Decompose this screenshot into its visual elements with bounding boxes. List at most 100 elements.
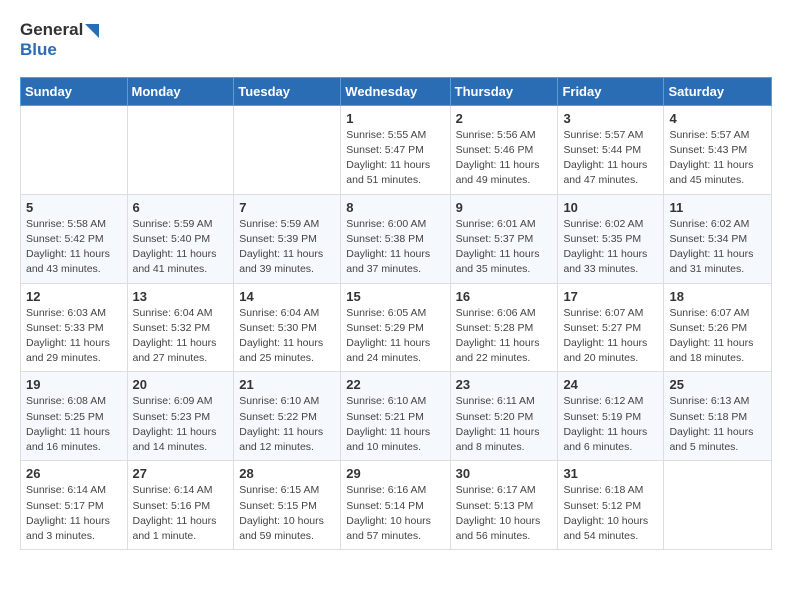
calendar-cell: 15 Sunrise: 6:05 AM Sunset: 5:29 PM Dayli… [341, 283, 450, 372]
day-number: 7 [239, 200, 335, 215]
day-detail: Sunrise: 6:12 AM Sunset: 5:19 PM Dayligh… [563, 394, 658, 455]
calendar-table: SundayMondayTuesdayWednesdayThursdayFrid… [20, 77, 772, 550]
day-detail: Sunrise: 6:04 AM Sunset: 5:30 PM Dayligh… [239, 306, 335, 367]
calendar-cell: 14 Sunrise: 6:04 AM Sunset: 5:30 PM Dayli… [234, 283, 341, 372]
day-number: 6 [133, 200, 229, 215]
calendar-cell: 12 Sunrise: 6:03 AM Sunset: 5:33 PM Dayli… [21, 283, 128, 372]
calendar-week-1: 1 Sunrise: 5:55 AM Sunset: 5:47 PM Daylig… [21, 105, 772, 194]
day-number: 8 [346, 200, 444, 215]
day-number: 19 [26, 377, 122, 392]
day-detail: Sunrise: 6:02 AM Sunset: 5:35 PM Dayligh… [563, 217, 658, 278]
calendar-cell: 28Sunrise: 6:15 AM Sunset: 5:15 PM Dayli… [234, 461, 341, 550]
day-detail: Sunrise: 6:18 AM Sunset: 5:12 PM Dayligh… [563, 483, 658, 544]
calendar-week-2: 5 Sunrise: 5:58 AM Sunset: 5:42 PM Daylig… [21, 194, 772, 283]
calendar-cell: 16 Sunrise: 6:06 AM Sunset: 5:28 PM Dayli… [450, 283, 558, 372]
day-detail: Sunrise: 6:17 AM Sunset: 5:13 PM Dayligh… [456, 483, 553, 544]
day-detail: Sunrise: 5:59 AM Sunset: 5:39 PM Dayligh… [239, 217, 335, 278]
calendar-cell: 23Sunrise: 6:11 AM Sunset: 5:20 PM Dayli… [450, 372, 558, 461]
day-number: 20 [133, 377, 229, 392]
day-number: 21 [239, 377, 335, 392]
weekday-header-row: SundayMondayTuesdayWednesdayThursdayFrid… [21, 77, 772, 105]
day-detail: Sunrise: 5:57 AM Sunset: 5:43 PM Dayligh… [669, 128, 766, 189]
calendar-cell: 20 Sunrise: 6:09 AM Sunset: 5:23 PM Dayli… [127, 372, 234, 461]
day-number: 13 [133, 289, 229, 304]
day-number: 31 [563, 466, 658, 481]
calendar-cell: 29 Sunrise: 6:16 AM Sunset: 5:14 PM Dayli… [341, 461, 450, 550]
day-detail: Sunrise: 5:56 AM Sunset: 5:46 PM Dayligh… [456, 128, 553, 189]
weekday-header-sunday: Sunday [21, 77, 128, 105]
calendar-cell: 2 Sunrise: 5:56 AM Sunset: 5:46 PM Daylig… [450, 105, 558, 194]
day-number: 30 [456, 466, 553, 481]
calendar-cell: 13 Sunrise: 6:04 AM Sunset: 5:32 PM Dayli… [127, 283, 234, 372]
day-detail: Sunrise: 5:57 AM Sunset: 5:44 PM Dayligh… [563, 128, 658, 189]
calendar-cell: 8 Sunrise: 6:00 AM Sunset: 5:38 PM Daylig… [341, 194, 450, 283]
weekday-header-monday: Monday [127, 77, 234, 105]
day-number: 18 [669, 289, 766, 304]
calendar-week-3: 12 Sunrise: 6:03 AM Sunset: 5:33 PM Dayli… [21, 283, 772, 372]
logo: General Blue [20, 20, 99, 61]
calendar-cell: 24 Sunrise: 6:12 AM Sunset: 5:19 PM Dayli… [558, 372, 664, 461]
calendar-cell: 17 Sunrise: 6:07 AM Sunset: 5:27 PM Dayli… [558, 283, 664, 372]
calendar-cell: 11 Sunrise: 6:02 AM Sunset: 5:34 PM Dayli… [664, 194, 772, 283]
day-detail: Sunrise: 6:00 AM Sunset: 5:38 PM Dayligh… [346, 217, 444, 278]
day-detail: Sunrise: 6:09 AM Sunset: 5:23 PM Dayligh… [133, 394, 229, 455]
calendar-cell: 7 Sunrise: 5:59 AM Sunset: 5:39 PM Daylig… [234, 194, 341, 283]
calendar-cell [127, 105, 234, 194]
day-detail: Sunrise: 5:55 AM Sunset: 5:47 PM Dayligh… [346, 128, 444, 189]
day-detail: Sunrise: 6:14 AM Sunset: 5:16 PM Dayligh… [133, 483, 229, 544]
logo-blue: Blue [20, 40, 57, 59]
calendar-cell [664, 461, 772, 550]
calendar-cell: 25Sunrise: 6:13 AM Sunset: 5:18 PM Dayli… [664, 372, 772, 461]
weekday-header-tuesday: Tuesday [234, 77, 341, 105]
day-detail: Sunrise: 6:05 AM Sunset: 5:29 PM Dayligh… [346, 306, 444, 367]
day-detail: Sunrise: 6:10 AM Sunset: 5:21 PM Dayligh… [346, 394, 444, 455]
day-number: 23 [456, 377, 553, 392]
calendar-cell: 22 Sunrise: 6:10 AM Sunset: 5:21 PM Dayli… [341, 372, 450, 461]
day-detail: Sunrise: 6:01 AM Sunset: 5:37 PM Dayligh… [456, 217, 553, 278]
day-number: 4 [669, 111, 766, 126]
day-number: 10 [563, 200, 658, 215]
weekday-header-thursday: Thursday [450, 77, 558, 105]
calendar-cell: 4 Sunrise: 5:57 AM Sunset: 5:43 PM Daylig… [664, 105, 772, 194]
day-number: 15 [346, 289, 444, 304]
day-number: 29 [346, 466, 444, 481]
calendar-cell: 3 Sunrise: 5:57 AM Sunset: 5:44 PM Daylig… [558, 105, 664, 194]
day-detail: Sunrise: 6:15 AM Sunset: 5:15 PM Dayligh… [239, 483, 335, 544]
day-detail: Sunrise: 6:03 AM Sunset: 5:33 PM Dayligh… [26, 306, 122, 367]
day-detail: Sunrise: 5:58 AM Sunset: 5:42 PM Dayligh… [26, 217, 122, 278]
calendar-cell: 21Sunrise: 6:10 AM Sunset: 5:22 PM Dayli… [234, 372, 341, 461]
day-number: 14 [239, 289, 335, 304]
logo-triangle-icon [85, 24, 99, 38]
calendar-cell: 6Sunrise: 5:59 AM Sunset: 5:40 PM Daylig… [127, 194, 234, 283]
weekday-header-friday: Friday [558, 77, 664, 105]
calendar-cell: 19 Sunrise: 6:08 AM Sunset: 5:25 PM Dayli… [21, 372, 128, 461]
calendar-cell: 18 Sunrise: 6:07 AM Sunset: 5:26 PM Dayli… [664, 283, 772, 372]
day-detail: Sunrise: 6:06 AM Sunset: 5:28 PM Dayligh… [456, 306, 553, 367]
calendar-cell: 10 Sunrise: 6:02 AM Sunset: 5:35 PM Dayli… [558, 194, 664, 283]
calendar-cell: 9Sunrise: 6:01 AM Sunset: 5:37 PM Daylig… [450, 194, 558, 283]
calendar-cell [234, 105, 341, 194]
logo-wordmark: General Blue [20, 20, 99, 61]
calendar-cell: 5 Sunrise: 5:58 AM Sunset: 5:42 PM Daylig… [21, 194, 128, 283]
day-detail: Sunrise: 6:16 AM Sunset: 5:14 PM Dayligh… [346, 483, 444, 544]
day-detail: Sunrise: 6:04 AM Sunset: 5:32 PM Dayligh… [133, 306, 229, 367]
day-detail: Sunrise: 6:02 AM Sunset: 5:34 PM Dayligh… [669, 217, 766, 278]
calendar-cell: 26Sunrise: 6:14 AM Sunset: 5:17 PM Dayli… [21, 461, 128, 550]
day-number: 16 [456, 289, 553, 304]
day-number: 1 [346, 111, 444, 126]
day-number: 11 [669, 200, 766, 215]
calendar-cell [21, 105, 128, 194]
day-detail: Sunrise: 6:08 AM Sunset: 5:25 PM Dayligh… [26, 394, 122, 455]
calendar-cell: 30 Sunrise: 6:17 AM Sunset: 5:13 PM Dayli… [450, 461, 558, 550]
day-detail: Sunrise: 6:07 AM Sunset: 5:26 PM Dayligh… [669, 306, 766, 367]
day-number: 22 [346, 377, 444, 392]
day-number: 3 [563, 111, 658, 126]
day-detail: Sunrise: 6:07 AM Sunset: 5:27 PM Dayligh… [563, 306, 658, 367]
day-number: 24 [563, 377, 658, 392]
day-number: 12 [26, 289, 122, 304]
calendar-cell: 1 Sunrise: 5:55 AM Sunset: 5:47 PM Daylig… [341, 105, 450, 194]
day-number: 2 [456, 111, 553, 126]
day-number: 5 [26, 200, 122, 215]
calendar-week-4: 19 Sunrise: 6:08 AM Sunset: 5:25 PM Dayli… [21, 372, 772, 461]
day-number: 17 [563, 289, 658, 304]
